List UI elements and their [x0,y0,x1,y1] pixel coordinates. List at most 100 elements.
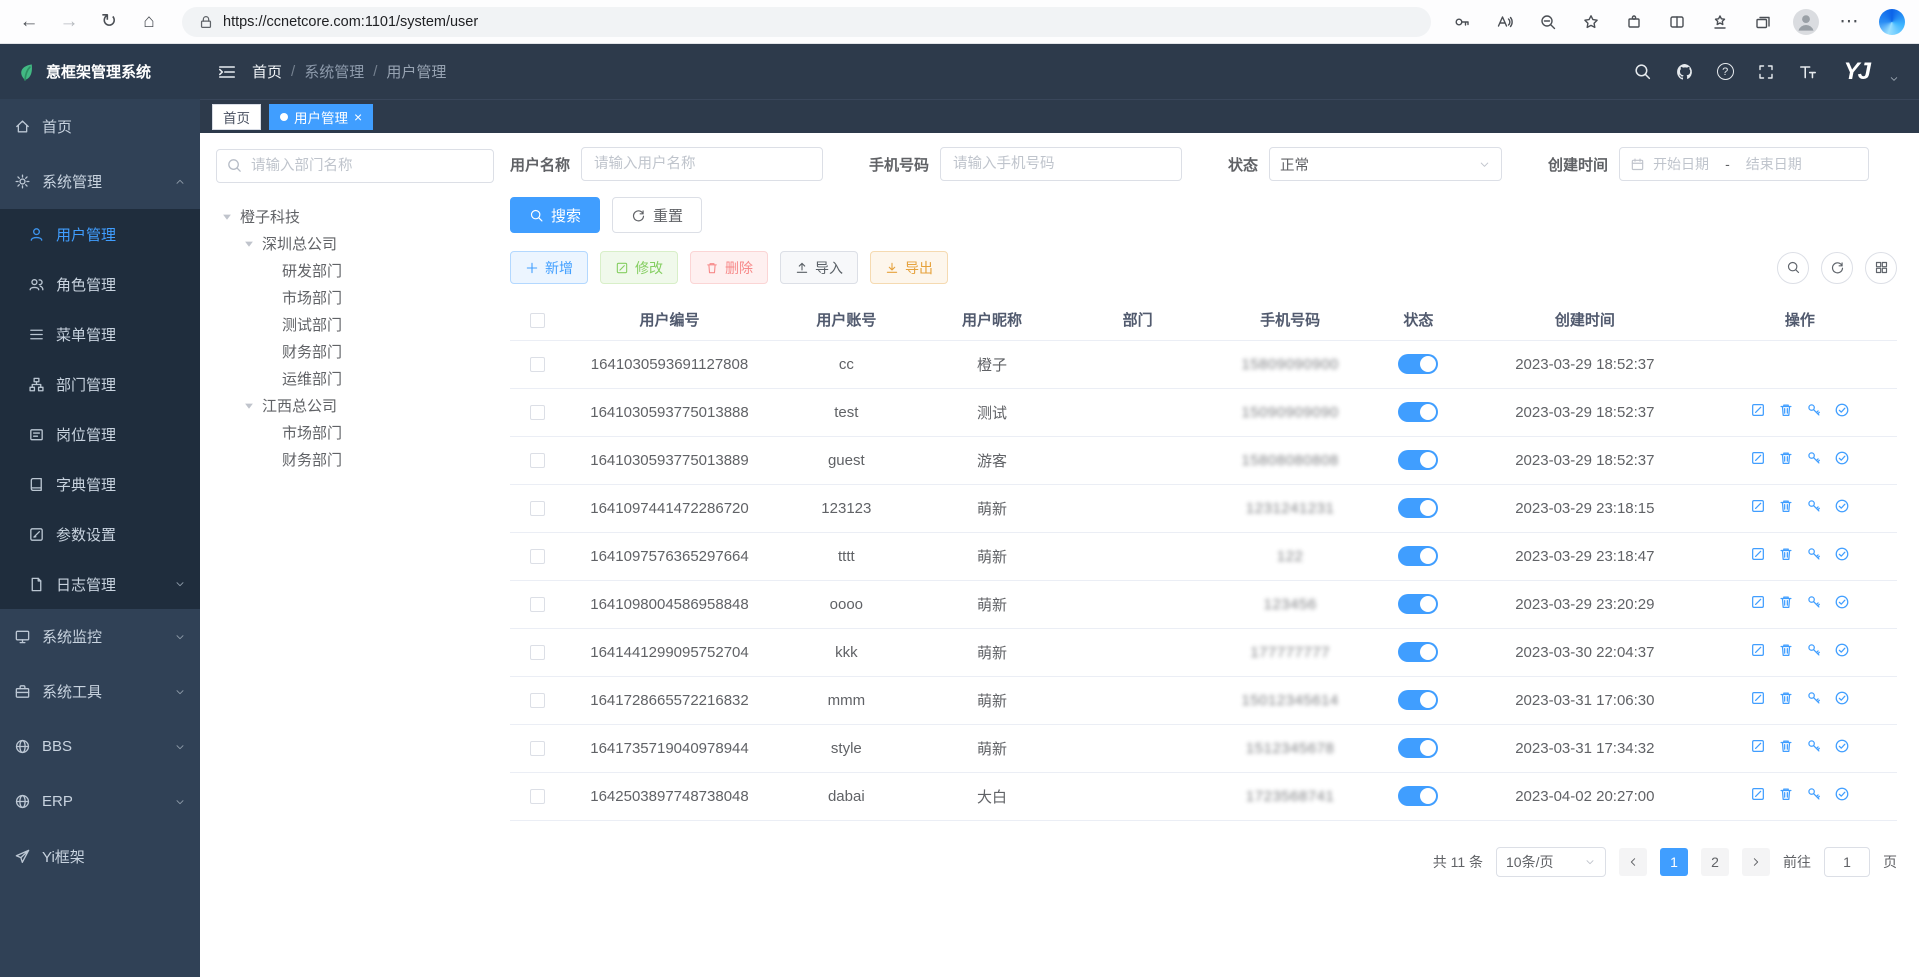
status-toggle[interactable] [1398,450,1438,470]
delete-icon[interactable] [1778,450,1794,466]
sidebar-item-bbs[interactable]: BBS [0,719,200,774]
status-toggle[interactable] [1398,498,1438,518]
font-size-icon[interactable] [1798,62,1818,82]
status-toggle[interactable] [1398,594,1438,614]
tree-node-leaf[interactable]: 财务部门 [216,338,494,365]
user-brand-logo[interactable]: YJ [1844,58,1869,86]
address-bar[interactable]: https://ccnetcore.com:1101/system/user [182,7,1431,37]
sidebar-item-home[interactable]: 首页 [0,99,200,154]
sidebar-item-system-management[interactable]: 系统管理 [0,154,200,209]
tree-node-branch[interactable]: 江西总公司 [216,392,494,419]
status-toggle[interactable] [1398,738,1438,758]
edit-button[interactable]: 修改 [600,251,678,284]
extensions-icon[interactable] [1621,7,1647,37]
show-search-toggle-button[interactable] [1777,252,1809,284]
date-range-picker[interactable]: 开始日期 - 结束日期 [1619,147,1869,181]
caret-down-icon[interactable] [220,210,234,224]
page-size-select[interactable]: 10条/页 [1496,847,1606,877]
refresh-icon[interactable]: ↻ [94,7,124,37]
help-icon[interactable]: ? [1717,63,1734,80]
chevron-down-icon[interactable] [1889,74,1899,84]
row-checkbox[interactable] [530,549,545,564]
row-checkbox[interactable] [530,357,545,372]
edit-icon[interactable] [1750,594,1766,610]
reset-password-key-icon[interactable] [1806,450,1822,466]
delete-icon[interactable] [1778,402,1794,418]
sidebar-item-system-tools[interactable]: 系统工具 [0,664,200,719]
row-checkbox[interactable] [530,693,545,708]
refresh-table-button[interactable] [1821,252,1853,284]
caret-down-icon[interactable] [242,399,256,413]
sidebar-item-role-management[interactable]: 角色管理 [0,259,200,309]
forward-icon[interactable]: → [54,7,84,37]
tree-node-leaf[interactable]: 运维部门 [216,365,494,392]
row-checkbox[interactable] [530,789,545,804]
prev-page-button[interactable] [1619,848,1647,876]
status-toggle[interactable] [1398,690,1438,710]
select-all-checkbox[interactable] [530,313,545,328]
tree-node-leaf[interactable]: 市场部门 [216,419,494,446]
reset-button[interactable]: 重置 [612,197,702,233]
row-checkbox[interactable] [530,501,545,516]
reset-password-key-icon[interactable] [1806,786,1822,802]
status-select[interactable]: 正常 [1269,147,1502,181]
favorite-add-icon[interactable] [1578,7,1604,37]
status-toggle[interactable] [1398,402,1438,422]
reset-password-key-icon[interactable] [1806,594,1822,610]
username-input[interactable] [581,147,823,181]
sidebar-item-post-management[interactable]: 岗位管理 [0,409,200,459]
reset-password-key-icon[interactable] [1806,642,1822,658]
tree-node-leaf[interactable]: 财务部门 [216,446,494,473]
reset-password-key-icon[interactable] [1806,402,1822,418]
assign-role-check-icon[interactable] [1834,450,1850,466]
tree-node-root[interactable]: 橙子科技 [216,203,494,230]
caret-down-icon[interactable] [242,237,256,251]
reset-password-key-icon[interactable] [1806,738,1822,754]
fullscreen-icon[interactable] [1756,62,1776,82]
edit-icon[interactable] [1750,738,1766,754]
export-button[interactable]: 导出 [870,251,948,284]
profile-avatar-icon[interactable] [1793,9,1819,35]
edit-icon[interactable] [1750,498,1766,514]
breadcrumb-home[interactable]: 首页 [252,61,282,82]
split-screen-icon[interactable] [1664,7,1690,37]
column-settings-button[interactable] [1865,252,1897,284]
delete-icon[interactable] [1778,546,1794,562]
github-icon[interactable] [1675,62,1695,82]
delete-icon[interactable] [1778,786,1794,802]
delete-icon[interactable] [1778,642,1794,658]
import-button[interactable]: 导入 [780,251,858,284]
tree-node-branch[interactable]: 深圳总公司 [216,230,494,257]
search-icon[interactable] [1633,62,1653,82]
assign-role-check-icon[interactable] [1834,642,1850,658]
edit-icon[interactable] [1750,642,1766,658]
app-logo[interactable]: 意框架管理系统 [0,44,200,99]
add-button[interactable]: 新增 [510,251,588,284]
assign-role-check-icon[interactable] [1834,594,1850,610]
search-button[interactable]: 搜索 [510,197,600,233]
sidebar-toggle-icon[interactable] [212,57,242,87]
home-icon[interactable]: ⌂ [134,7,164,37]
status-toggle[interactable] [1398,642,1438,662]
status-toggle[interactable] [1398,354,1438,374]
page-2-button[interactable]: 2 [1701,848,1729,876]
sidebar-item-parameter-settings[interactable]: 参数设置 [0,509,200,559]
delete-button[interactable]: 删除 [690,251,768,284]
favorites-bar-icon[interactable] [1707,7,1733,37]
tree-node-leaf[interactable]: 研发部门 [216,257,494,284]
sidebar-item-dict-management[interactable]: 字典管理 [0,459,200,509]
collections-icon[interactable] [1750,7,1776,37]
assign-role-check-icon[interactable] [1834,786,1850,802]
assign-role-check-icon[interactable] [1834,546,1850,562]
delete-icon[interactable] [1778,498,1794,514]
edit-icon[interactable] [1750,402,1766,418]
reset-password-key-icon[interactable] [1806,690,1822,706]
assign-role-check-icon[interactable] [1834,402,1850,418]
copilot-icon[interactable] [1879,9,1905,35]
close-tab-icon[interactable]: × [354,110,362,124]
edit-icon[interactable] [1750,690,1766,706]
zoom-out-icon[interactable] [1535,7,1561,37]
assign-role-check-icon[interactable] [1834,690,1850,706]
sidebar-item-department-management[interactable]: 部门管理 [0,359,200,409]
edit-icon[interactable] [1750,450,1766,466]
